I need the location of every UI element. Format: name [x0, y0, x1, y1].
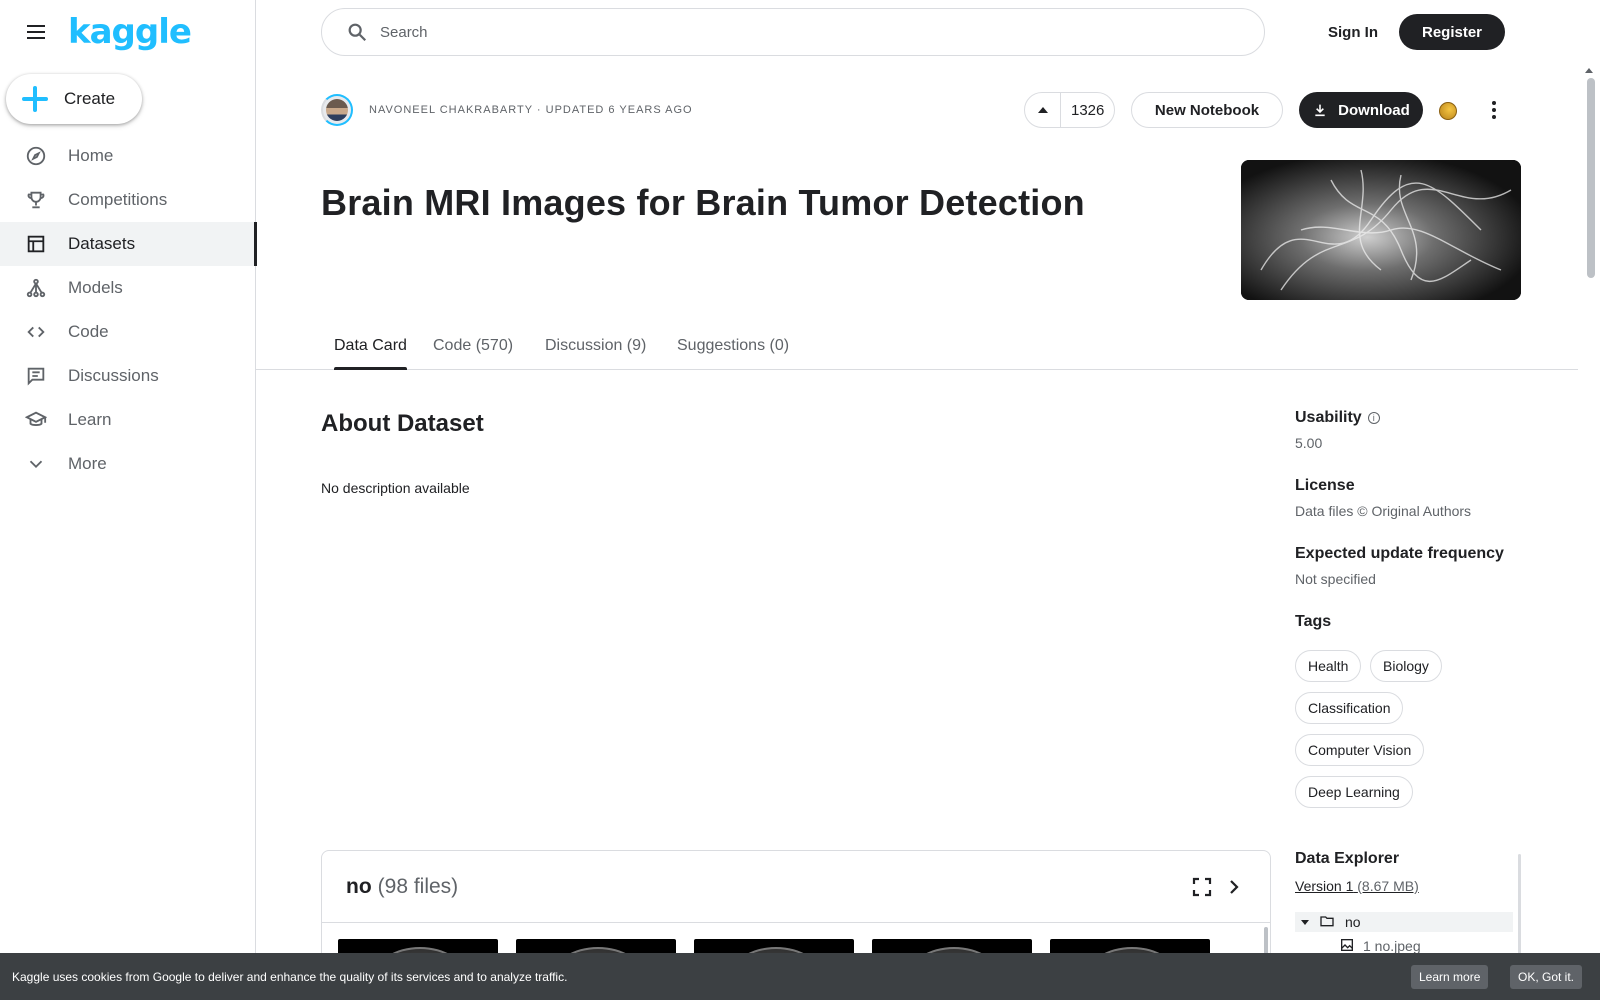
- usability-label: Usability: [1295, 409, 1362, 426]
- tab-suggestions[interactable]: Suggestions (0): [677, 322, 789, 370]
- author-meta: Navoneel Chakrabarty · Updated 6 years a…: [369, 104, 693, 116]
- cookie-banner: Kaggle uses cookies from Google to deliv…: [0, 953, 1600, 1000]
- cookie-text: Kaggle uses cookies from Google to deliv…: [12, 969, 568, 984]
- vote-widget: 1326: [1024, 92, 1116, 128]
- folder-name: no: [346, 874, 372, 898]
- top-header: Sign In Register: [256, 0, 1600, 64]
- about-heading: About Dataset: [321, 410, 484, 437]
- info-icon[interactable]: i: [1367, 411, 1380, 424]
- sidebar-item-label: Learn: [68, 410, 112, 429]
- menu-icon[interactable]: [24, 20, 48, 44]
- file-preview-header: no (98 files): [322, 851, 1270, 923]
- sidebar-item-label: Models: [68, 278, 123, 297]
- download-label: Download: [1338, 101, 1410, 119]
- sidebar-item-label: Datasets: [68, 234, 136, 253]
- download-icon: [1315, 104, 1325, 117]
- sidebar: kaggle Create Home Competitions Datasets…: [0, 0, 257, 1000]
- about-description: No description available: [321, 480, 470, 496]
- sidebar-item-label: Home: [68, 146, 114, 165]
- code-icon: [24, 320, 48, 344]
- medal-icon: [1439, 102, 1457, 120]
- tree-folder-no[interactable]: no: [1295, 912, 1513, 932]
- license-value: Data files © Original Authors: [1295, 503, 1472, 519]
- page-title: Brain MRI Images for Brain Tumor Detecti…: [321, 182, 1085, 223]
- tab-bar: Data Card Code (570) Discussion (9) Sugg…: [256, 322, 1578, 370]
- sidebar-item-more[interactable]: More: [0, 442, 256, 486]
- new-notebook-button[interactable]: New Notebook: [1131, 92, 1283, 128]
- trophy-icon: [24, 188, 48, 212]
- author-row: Navoneel Chakrabarty · Updated 6 years a…: [321, 94, 693, 126]
- frequency-heading: Expected update frequency: [1295, 545, 1504, 562]
- search-bar[interactable]: [321, 8, 1265, 56]
- page-scrollbar[interactable]: [1578, 64, 1600, 1000]
- search-icon: [348, 23, 367, 42]
- chevron-right-icon[interactable]: [1222, 875, 1246, 899]
- sidebar-item-home[interactable]: Home: [0, 134, 256, 178]
- school-icon: [24, 408, 48, 432]
- tree-item-label: 1 no.jpeg: [1363, 938, 1421, 954]
- file-count: (98 files): [377, 874, 459, 898]
- main-content: Navoneel Chakrabarty · Updated 6 years a…: [256, 64, 1578, 1000]
- tag-chip-deep-learning[interactable]: Deep Learning: [1295, 776, 1413, 808]
- tag-chip-computer-vision[interactable]: Computer Vision: [1295, 734, 1425, 766]
- learn-more-button[interactable]: Learn more: [1411, 965, 1489, 989]
- sidebar-item-discussions[interactable]: Discussions: [0, 354, 256, 398]
- create-label: Create: [64, 89, 116, 108]
- sidebar-item-label: Competitions: [68, 190, 168, 209]
- comments-icon: [24, 364, 48, 388]
- tag-chip-health[interactable]: Health: [1295, 650, 1362, 682]
- tab-code[interactable]: Code (570): [433, 322, 513, 370]
- version-size: (8.67 MB): [1357, 878, 1419, 894]
- tree-item-label: no: [1345, 914, 1361, 930]
- sidebar-item-label: More: [68, 454, 107, 473]
- upvote-button[interactable]: [1025, 93, 1061, 127]
- kaggle-logo[interactable]: kaggle: [68, 12, 192, 52]
- models-icon: [24, 276, 48, 300]
- dataset-cover-image: [1241, 160, 1521, 300]
- more-options-icon[interactable]: [1478, 94, 1510, 126]
- sidebar-item-code[interactable]: Code: [0, 310, 256, 354]
- register-button[interactable]: Register: [1399, 14, 1505, 50]
- sidebar-top: kaggle: [0, 0, 255, 64]
- sidebar-item-models[interactable]: Models: [0, 266, 256, 310]
- plus-icon: [22, 86, 48, 112]
- usability-value: 5.00: [1295, 435, 1323, 451]
- sidebar-item-label: Discussions: [68, 366, 159, 385]
- tab-discussion[interactable]: Discussion (9): [545, 322, 646, 370]
- version-link[interactable]: Version 1 (8.67 MB): [1295, 878, 1419, 894]
- sidebar-item-competitions[interactable]: Competitions: [0, 178, 256, 222]
- folder-icon: [1319, 913, 1335, 932]
- table-icon: [24, 232, 48, 256]
- download-button[interactable]: Download: [1299, 92, 1423, 128]
- compass-icon: [24, 144, 48, 168]
- ok-got-it-button[interactable]: OK, Got it.: [1510, 965, 1583, 989]
- create-button[interactable]: Create: [6, 74, 142, 124]
- tag-chip-classification[interactable]: Classification: [1295, 692, 1404, 724]
- chevron-down-icon: [24, 452, 48, 476]
- caret-down-icon[interactable]: [1301, 919, 1309, 925]
- tab-data-card[interactable]: Data Card: [334, 322, 407, 370]
- sidebar-item-datasets[interactable]: Datasets: [0, 222, 257, 266]
- sidebar-nav: Home Competitions Datasets Models Code D…: [0, 134, 257, 486]
- fullscreen-icon[interactable]: [1190, 875, 1214, 899]
- data-explorer-heading: Data Explorer: [1295, 850, 1400, 867]
- sidebar-item-label: Code: [68, 322, 109, 341]
- license-heading: License: [1295, 477, 1355, 494]
- avatar[interactable]: [321, 94, 353, 126]
- tags-heading: Tags: [1295, 613, 1332, 630]
- sidebar-item-learn[interactable]: Learn: [0, 398, 256, 442]
- search-input[interactable]: [380, 23, 1180, 41]
- frequency-value: Not specified: [1295, 571, 1376, 587]
- vote-count: 1326: [1071, 101, 1105, 119]
- tag-chip-biology[interactable]: Biology: [1370, 650, 1442, 682]
- scroll-up-icon[interactable]: [1585, 68, 1593, 73]
- scroll-thumb[interactable]: [1587, 78, 1595, 278]
- sign-in-button[interactable]: Sign In: [1312, 14, 1394, 50]
- version-label: Version 1: [1295, 878, 1354, 894]
- usability-heading: Usability i: [1295, 409, 1380, 427]
